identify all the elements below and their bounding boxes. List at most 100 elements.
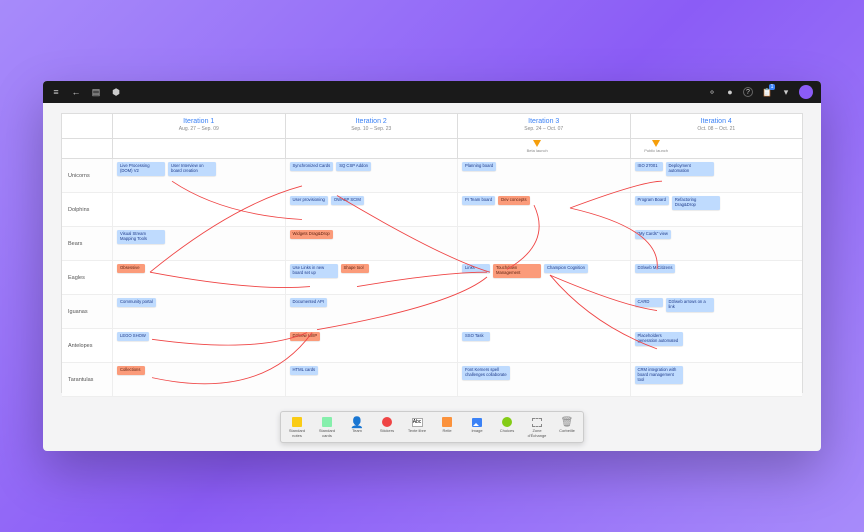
milestone-row: Beta launch Public launch (62, 139, 802, 159)
iteration-cell[interactable]: Live Processing (DOM) V2User Interview o… (112, 159, 285, 192)
tool-texte-libre[interactable]: AbcTexte libre (403, 414, 431, 440)
tool-label: Zone d'Échange (524, 429, 550, 438)
iteration-cell[interactable]: "My Cards" view (630, 227, 803, 260)
feature-card[interactable]: Placeholders generation automated (635, 332, 683, 346)
feature-card[interactable]: Planning board (462, 162, 496, 171)
feature-card[interactable]: OWASP SCIM (331, 196, 364, 205)
feature-card[interactable]: Links (462, 264, 490, 273)
iteration-cell[interactable]: LinksTouchdown ManagementChampion Cognit… (457, 261, 630, 294)
feature-card[interactable]: Refactoring Drag&Drop (672, 196, 720, 210)
iteration-header[interactable]: Iteration 3 Sep. 24 – Oct. 07 (457, 114, 630, 138)
iteration-cell[interactable]: Collections (112, 363, 285, 396)
feature-card[interactable]: D3/web M Citizens (635, 264, 676, 273)
feature-card[interactable]: User Interview on board creation (168, 162, 216, 176)
iteration-cell[interactable]: Font Kerners spell challenges collaborat… (457, 363, 630, 396)
tool-choices[interactable]: Choices (493, 414, 521, 440)
feature-card[interactable]: HTML cards (290, 366, 319, 375)
iteration-cell[interactable]: Synchronized CardsSQ CSP Addon (285, 159, 458, 192)
iteration-cell[interactable]: Community portal (112, 295, 285, 328)
feature-card[interactable]: Live Processing (DOM) V2 (117, 162, 165, 176)
feature-card[interactable]: D3/new UI/IP (290, 332, 321, 341)
feature-card[interactable]: Deployment automation (666, 162, 714, 176)
iteration-header[interactable]: Iteration 2 Sep. 10 – Sep. 23 (285, 114, 458, 138)
iteration-cell[interactable] (457, 295, 630, 328)
iteration-cell[interactable]: Planning board (457, 159, 630, 192)
milestone-marker[interactable]: Public launch (644, 140, 668, 153)
iteration-cell[interactable]: Placeholders generation automated (630, 329, 803, 362)
iteration-cell[interactable]: PI Team boardDev concepts (457, 193, 630, 226)
feature-card[interactable]: Documented API (290, 298, 327, 307)
feature-card[interactable]: CARD (635, 298, 663, 307)
iteration-cell[interactable]: Use Links in new board set upShape tool (285, 261, 458, 294)
program-board[interactable]: Iteration 1 Aug. 27 – Sep. 09 Iteration … (61, 113, 803, 393)
square-icon (291, 416, 303, 428)
share-icon[interactable]: ⚬ (707, 87, 717, 97)
tool-zone-d-change[interactable]: Zone d'Échange (523, 414, 551, 440)
iteration-cell[interactable]: CARDD3/web arrows on a link (630, 295, 803, 328)
iteration-cell[interactable]: LEGO SHOW (112, 329, 285, 362)
feature-card[interactable]: "My Cards" view (635, 230, 671, 239)
iteration-title: Iteration 4 (633, 118, 801, 125)
feature-card[interactable]: Dev concepts (498, 196, 529, 205)
feature-card[interactable]: Champion Cognition (544, 264, 588, 273)
iteration-cell[interactable] (112, 193, 285, 226)
feature-card[interactable]: Shape tool (341, 264, 369, 273)
feature-card[interactable]: User provisioning (290, 196, 328, 205)
feature-card[interactable]: Program Board (635, 196, 669, 205)
feature-card[interactable]: LEGO SHOW (117, 332, 149, 341)
iteration-dates: Sep. 24 – Oct. 07 (460, 126, 628, 132)
help-icon[interactable]: ? (743, 87, 753, 97)
iteration-cell[interactable]: Program BoardRefactoring Drag&Drop (630, 193, 803, 226)
iteration-cell[interactable]: Visual Stream Mapping Tools (112, 227, 285, 260)
iteration-cell[interactable] (457, 227, 630, 260)
tool-standard-cards[interactable]: Standard cards (313, 414, 341, 440)
iteration-cell[interactable]: HTML cards (285, 363, 458, 396)
feature-card[interactable]: Synchronized Cards (290, 162, 334, 171)
iteration-header[interactable]: Iteration 1 Aug. 27 – Sep. 09 (112, 114, 285, 138)
iteration-cell[interactable]: ISO 27001Deployment automation (630, 159, 803, 192)
tool-standard-notes[interactable]: Standard notes (283, 414, 311, 440)
feature-card[interactable]: Font Kerners spell challenges collaborat… (462, 366, 510, 380)
milestone-marker[interactable]: Beta launch (527, 140, 548, 153)
tool-team[interactable]: 👤Team (343, 414, 371, 440)
iteration-cell[interactable]: Obsessive (112, 261, 285, 294)
feature-card[interactable]: Use Links in new board set up (290, 264, 338, 278)
iteration-title: Iteration 2 (288, 118, 456, 125)
feature-card[interactable]: SSO Task (462, 332, 490, 341)
feature-card[interactable]: CRM integration with board management to… (635, 366, 683, 384)
iteration-cell[interactable]: SSO Task (457, 329, 630, 362)
tool-image[interactable]: Image (463, 414, 491, 440)
back-icon[interactable]: ← (71, 87, 81, 97)
feature-card[interactable]: ISO 27001 (635, 162, 663, 171)
feature-card[interactable]: Community portal (117, 298, 156, 307)
menu-icon[interactable]: ≡ (51, 87, 61, 97)
iteration-cell[interactable]: Documented API (285, 295, 458, 328)
clipboard-icon[interactable]: 📋 (761, 86, 773, 98)
tool-label: Standard cards (314, 429, 340, 438)
iteration-cell[interactable]: D3/web M Citizens (630, 261, 803, 294)
feature-card[interactable]: PI Team board (462, 196, 495, 205)
feature-card[interactable]: Touchdown Management (493, 264, 541, 278)
feature-card[interactable]: Collections (117, 366, 145, 375)
feature-card[interactable]: Widgets Drag&Drop (290, 230, 333, 239)
feature-card[interactable]: D3/web arrows on a link (666, 298, 714, 312)
tool-relie[interactable]: Relie (433, 414, 461, 440)
feature-card[interactable]: Visual Stream Mapping Tools (117, 230, 165, 244)
iteration-cell[interactable]: Widgets Drag&Drop (285, 227, 458, 260)
notification-dot-icon[interactable]: ● (725, 87, 735, 97)
feature-card[interactable]: SQ CSP Addon (336, 162, 371, 171)
chevron-down-icon[interactable]: ▾ (781, 87, 791, 97)
iteration-cell[interactable]: User provisioningOWASP SCIM (285, 193, 458, 226)
team-row: BearsVisual Stream Mapping ToolsWidgets … (62, 227, 802, 261)
tool-label: Corbeille (559, 429, 575, 433)
team-name: Tarantulas (62, 363, 112, 396)
feature-card[interactable]: Obsessive (117, 264, 145, 273)
iteration-cell[interactable]: CRM integration with board management to… (630, 363, 803, 396)
milestone-triangle-icon (652, 140, 660, 147)
tool-stickers[interactable]: Stickers (373, 414, 401, 440)
tool-corbeille[interactable]: 🗑Corbeille (553, 414, 581, 440)
boards-icon[interactable]: ▤ (91, 87, 101, 97)
avatar[interactable] (799, 85, 813, 99)
iteration-cell[interactable]: D3/new UI/IP (285, 329, 458, 362)
iteration-header[interactable]: Iteration 4 Oct. 08 – Oct. 21 (630, 114, 803, 138)
